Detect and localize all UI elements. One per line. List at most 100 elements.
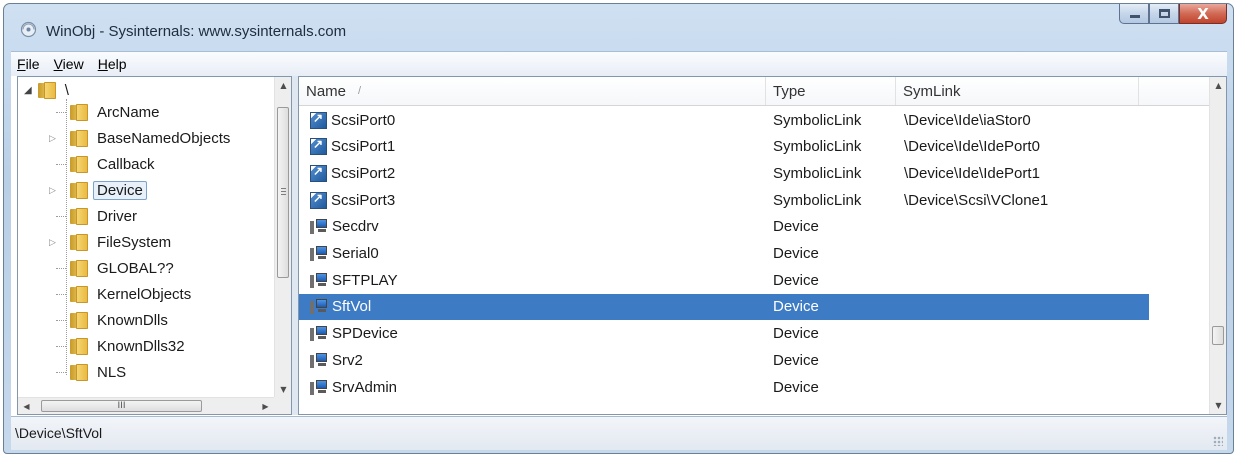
tree-item-device[interactable]: ▷ Device (49, 177, 147, 203)
list-row[interactable]: SFTPLAY Device (299, 267, 1149, 293)
symlink-icon (310, 111, 327, 129)
folder-icon (68, 311, 90, 329)
tree-item-filesystem[interactable]: ▷ FileSystem (49, 229, 171, 255)
list-row[interactable]: Srv2 Device (299, 347, 1149, 373)
tree-item-callback[interactable]: Callback (56, 151, 155, 177)
tree-item-knowndlls[interactable]: KnownDlls (56, 307, 168, 333)
title-bar[interactable]: WinObj - Sysinternals: www.sysinternals.… (4, 4, 1233, 50)
folder-icon (68, 181, 90, 199)
expand-icon[interactable]: ▷ (49, 133, 59, 144)
status-bar: \Device\SftVol (11, 416, 1227, 450)
symlink-icon (310, 191, 327, 209)
column-type-label: Type (773, 82, 806, 100)
tree-vertical-scrollbar[interactable]: ▲ ▼ (274, 77, 291, 398)
tree-item-kernelobjects[interactable]: KernelObjects (56, 281, 191, 307)
resize-grip-icon[interactable] (1213, 436, 1223, 446)
list-scroll-thumb[interactable] (1212, 326, 1224, 345)
list-row[interactable]: Serial0 Device (299, 241, 1149, 267)
tree-connector (56, 267, 66, 269)
device-icon (310, 272, 328, 289)
object-list[interactable]: Name / Type SymLink ScsiPort0 SymbolicLin… (298, 76, 1227, 415)
tree-connector (56, 111, 66, 113)
column-header-filler (1139, 77, 1209, 105)
row-type: Device (773, 271, 819, 289)
menu-file-label: ile (25, 56, 40, 72)
tree-item-global[interactable]: GLOBAL?? (56, 255, 174, 281)
tree-item-label: BaseNamedObjects (97, 129, 231, 147)
tree-item-knowndlls32[interactable]: KnownDlls32 (56, 333, 185, 359)
list-row[interactable]: ScsiPort0 SymbolicLink \Device\Ide\iaStor0 (299, 107, 1149, 133)
row-name: SftVol (332, 298, 372, 316)
row-name: ScsiPort2 (331, 164, 396, 182)
collapse-icon[interactable]: ◢ (24, 85, 32, 96)
tree-item-driver[interactable]: Driver (56, 203, 137, 229)
tree-scroll-thumb[interactable] (277, 107, 289, 278)
expand-icon[interactable]: ▷ (49, 237, 59, 248)
tree-connector (56, 293, 66, 295)
row-name: Srv2 (332, 351, 363, 369)
tree-item-label: KnownDlls32 (97, 337, 185, 355)
tree-connector (56, 163, 66, 165)
tree-connector (56, 215, 66, 217)
tree-item-basenamedobjects[interactable]: ▷ BaseNamedObjects (49, 125, 231, 151)
device-icon (310, 325, 328, 342)
tree-item-arcname[interactable]: ArcName (56, 99, 160, 125)
scroll-down-icon[interactable]: ▼ (1210, 397, 1226, 414)
row-type: Device (773, 245, 819, 262)
scroll-up-icon[interactable]: ▲ (275, 77, 291, 94)
list-row[interactable]: SftVol Device (299, 293, 1149, 320)
column-header-type[interactable]: Type (766, 77, 896, 105)
scroll-right-icon[interactable]: ▶ (257, 398, 274, 414)
minimize-button[interactable] (1119, 4, 1149, 24)
status-path: \Device\SftVol (15, 425, 103, 441)
tree-item-nls[interactable]: NLS (56, 359, 126, 385)
caption-buttons: X (1119, 4, 1227, 26)
list-row[interactable]: ScsiPort3 SymbolicLink \Device\Scsi\VClone… (299, 187, 1149, 213)
row-name: Secdrv (332, 218, 379, 236)
scroll-down-icon[interactable]: ▼ (275, 381, 291, 398)
folder-icon (36, 81, 58, 99)
expand-icon[interactable]: ▷ (49, 185, 59, 196)
row-name: ScsiPort0 (331, 111, 396, 129)
tree-horizontal-scrollbar[interactable]: ◀ III ▶ (18, 397, 274, 414)
symlink-icon (310, 137, 327, 156)
tree-connector (56, 371, 66, 373)
column-header-symlink[interactable]: SymLink (896, 77, 1139, 105)
menu-file-hotkey: F (17, 56, 26, 72)
row-type: SymbolicLink (773, 138, 862, 156)
app-icon (20, 21, 37, 38)
main-content: ◢ \ ArcName ▷ BaseNamedObjects Callback (11, 76, 1227, 416)
list-vertical-scrollbar[interactable]: ▲ ▼ (1209, 77, 1226, 414)
row-name-cell: Serial0 (310, 241, 379, 267)
namespace-tree[interactable]: ◢ \ ArcName ▷ BaseNamedObjects Callback (17, 76, 292, 415)
scroll-left-icon[interactable]: ◀ (18, 398, 35, 414)
list-row[interactable]: Secdrv Device (299, 214, 1149, 240)
row-symlink: \Device\Ide\IdePort1 (904, 164, 1040, 182)
list-row[interactable]: ScsiPort1 SymbolicLink \Device\Ide\IdePort… (299, 134, 1149, 160)
row-name: ScsiPort3 (331, 191, 396, 209)
column-header-name[interactable]: Name / (299, 77, 766, 105)
maximize-button[interactable] (1149, 4, 1179, 24)
list-row[interactable]: ScsiPort2 SymbolicLink \Device\Ide\IdePort… (299, 160, 1149, 186)
symlink-icon (310, 164, 327, 182)
close-button[interactable]: X (1179, 4, 1227, 24)
column-symlink-label: SymLink (903, 82, 961, 100)
tree-hscroll-thumb[interactable]: III (41, 400, 202, 412)
tree-item-label: Driver (97, 207, 137, 225)
tree-item-label: KnownDlls (97, 311, 168, 329)
device-icon (310, 352, 328, 369)
list-row[interactable]: SPDevice Device (299, 321, 1149, 347)
row-type: Device (773, 378, 819, 396)
row-name-cell: ScsiPort2 (310, 160, 395, 186)
scroll-up-icon[interactable]: ▲ (1210, 77, 1226, 94)
window-title: WinObj - Sysinternals: www.sysinternals.… (46, 23, 347, 40)
folder-icon (68, 207, 90, 225)
tree-item-label: Callback (97, 155, 155, 173)
sort-indicator-icon: / (358, 85, 362, 97)
menu-file[interactable]: File (11, 56, 48, 72)
column-name-label: Name (306, 82, 347, 100)
menu-help[interactable]: Help (92, 56, 135, 72)
row-name-cell: ScsiPort0 (310, 107, 395, 133)
menu-view[interactable]: View (48, 56, 92, 72)
list-row[interactable]: SrvAdmin Device (299, 374, 1149, 400)
